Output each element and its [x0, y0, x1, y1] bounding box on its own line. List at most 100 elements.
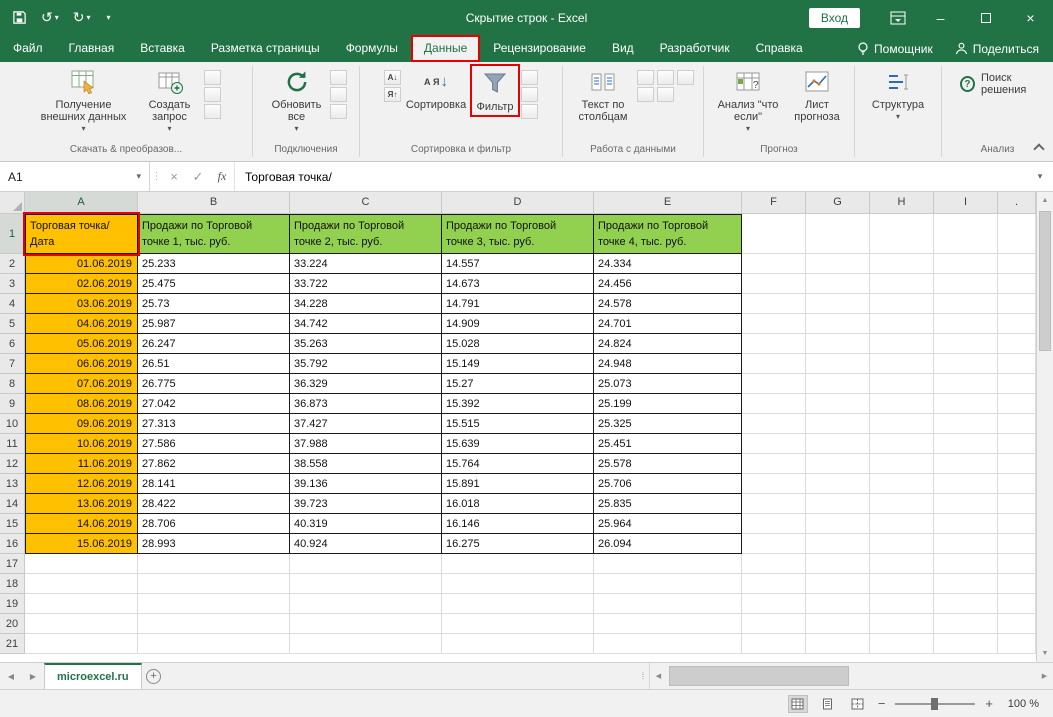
cell[interactable]: Продажи по Торговой точке 3, тыс. руб.: [442, 214, 594, 254]
cell[interactable]: 34.228: [290, 294, 442, 314]
cell[interactable]: [442, 614, 594, 634]
forecast-sheet-button[interactable]: Лист прогноза: [786, 64, 848, 125]
scroll-right-button[interactable]: ▶: [1036, 663, 1053, 689]
cell[interactable]: 25.073: [594, 374, 742, 394]
cell[interactable]: 25.835: [594, 494, 742, 514]
column-header[interactable]: G: [806, 192, 870, 214]
ribbon-tab[interactable]: Справка: [743, 35, 816, 62]
cell[interactable]: [806, 294, 870, 314]
cell[interactable]: [442, 594, 594, 614]
minimize-button[interactable]: –: [918, 0, 963, 35]
cell[interactable]: [742, 434, 806, 454]
cell[interactable]: [934, 254, 998, 274]
page-layout-view-button[interactable]: [818, 695, 838, 713]
cell[interactable]: [806, 454, 870, 474]
cell[interactable]: 15.149: [442, 354, 594, 374]
cell[interactable]: [870, 374, 934, 394]
cell[interactable]: [742, 634, 806, 654]
expand-formula-bar-button[interactable]: ▾: [1027, 162, 1053, 191]
cell[interactable]: [442, 574, 594, 594]
cell[interactable]: [934, 394, 998, 414]
row-header[interactable]: 16: [0, 534, 25, 554]
cell[interactable]: 35.792: [290, 354, 442, 374]
cell[interactable]: 15.764: [442, 454, 594, 474]
flash-fill-button[interactable]: [637, 70, 654, 85]
ribbon-tab[interactable]: Формулы: [333, 35, 411, 62]
zoom-in-button[interactable]: +: [985, 696, 993, 711]
cell[interactable]: [998, 374, 1036, 394]
cell[interactable]: [742, 574, 806, 594]
cell[interactable]: [998, 454, 1036, 474]
cell[interactable]: [290, 614, 442, 634]
cell-a1-selected[interactable]: Торговая точка/ Дата: [25, 214, 138, 254]
zoom-slider[interactable]: [895, 703, 975, 705]
cell[interactable]: [806, 394, 870, 414]
cell[interactable]: [138, 634, 290, 654]
row-header[interactable]: 5: [0, 314, 25, 334]
cell[interactable]: [806, 494, 870, 514]
horizontal-scroll-track[interactable]: [667, 663, 1036, 689]
cell[interactable]: [742, 414, 806, 434]
cell[interactable]: [998, 434, 1036, 454]
cell[interactable]: [806, 594, 870, 614]
recent-sources-button[interactable]: [204, 104, 221, 119]
cell[interactable]: 14.06.2019: [25, 514, 138, 534]
row-header[interactable]: 21: [0, 634, 25, 654]
insert-function-button[interactable]: fx: [210, 162, 234, 191]
cell[interactable]: 24.948: [594, 354, 742, 374]
cell[interactable]: 27.042: [138, 394, 290, 414]
ribbon-display-options-button[interactable]: [878, 0, 918, 35]
cell[interactable]: [290, 634, 442, 654]
cell[interactable]: 24.824: [594, 334, 742, 354]
cell[interactable]: [870, 454, 934, 474]
properties-button[interactable]: [330, 87, 347, 102]
column-header[interactable]: H: [870, 192, 934, 214]
cell[interactable]: [806, 414, 870, 434]
cell[interactable]: [594, 634, 742, 654]
cell[interactable]: [934, 334, 998, 354]
cell[interactable]: [998, 494, 1036, 514]
cell[interactable]: 15.27: [442, 374, 594, 394]
cell[interactable]: 01.06.2019: [25, 254, 138, 274]
sort-ascending-button[interactable]: А↓: [384, 70, 401, 85]
cell[interactable]: [290, 594, 442, 614]
cell[interactable]: Продажи по Торговой точке 1, тыс. руб.: [138, 214, 290, 254]
cell[interactable]: 14.791: [442, 294, 594, 314]
cell[interactable]: [870, 554, 934, 574]
relationships-button[interactable]: [657, 87, 674, 102]
edit-links-button[interactable]: [330, 104, 347, 119]
cell[interactable]: [806, 614, 870, 634]
cell[interactable]: [870, 414, 934, 434]
cell[interactable]: [806, 274, 870, 294]
cell[interactable]: [870, 254, 934, 274]
cell[interactable]: [870, 294, 934, 314]
cell[interactable]: [594, 614, 742, 634]
scroll-up-button[interactable]: ▲: [1037, 192, 1053, 209]
undo-button[interactable]: ↺▾: [41, 9, 59, 26]
share-button[interactable]: Поделиться: [955, 42, 1039, 56]
cell[interactable]: 06.06.2019: [25, 354, 138, 374]
cell[interactable]: [442, 634, 594, 654]
cell[interactable]: [934, 274, 998, 294]
cell[interactable]: [934, 534, 998, 554]
row-header[interactable]: 4: [0, 294, 25, 314]
cell[interactable]: [934, 574, 998, 594]
cell[interactable]: [806, 534, 870, 554]
data-validation-button[interactable]: [677, 70, 694, 85]
cell[interactable]: [25, 594, 138, 614]
cell[interactable]: [998, 534, 1036, 554]
cell[interactable]: 28.706: [138, 514, 290, 534]
clear-filter-button[interactable]: [521, 70, 538, 85]
column-header[interactable]: F: [742, 192, 806, 214]
cell[interactable]: [934, 634, 998, 654]
cell[interactable]: [806, 214, 870, 254]
cell[interactable]: 13.06.2019: [25, 494, 138, 514]
cell[interactable]: [138, 614, 290, 634]
row-header[interactable]: 7: [0, 354, 25, 374]
scroll-down-button[interactable]: ▼: [1037, 645, 1053, 662]
cell[interactable]: 25.233: [138, 254, 290, 274]
page-break-view-button[interactable]: [848, 695, 868, 713]
zoom-out-button[interactable]: −: [878, 696, 886, 711]
row-header[interactable]: 20: [0, 614, 25, 634]
cell[interactable]: [998, 294, 1036, 314]
